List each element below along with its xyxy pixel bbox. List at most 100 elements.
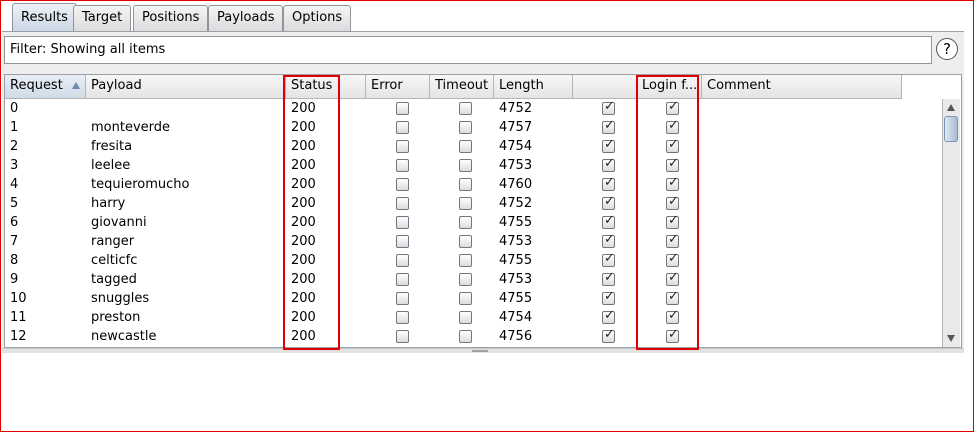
table-row[interactable]: 11 preston 200 4754 xyxy=(5,308,940,327)
table-row[interactable]: 1 monteverde 200 4757 xyxy=(5,118,940,137)
checkbox-error[interactable] xyxy=(396,216,409,229)
cell-status: 200 xyxy=(291,253,316,268)
column-label: Comment xyxy=(707,78,771,93)
cell-status: 200 xyxy=(291,272,316,287)
table-row[interactable]: 7 ranger 200 4753 xyxy=(5,232,940,251)
checkbox-login[interactable] xyxy=(666,327,679,343)
table-row[interactable]: 12 newcastle 200 4756 xyxy=(5,327,940,346)
checkbox-col7[interactable] xyxy=(602,251,615,267)
checkbox-login[interactable] xyxy=(666,118,679,134)
checkbox-timeout[interactable] xyxy=(459,311,472,324)
checkbox-error[interactable] xyxy=(396,330,409,343)
checkbox-timeout[interactable] xyxy=(459,292,472,305)
table-row[interactable]: 10 snuggles 200 4755 xyxy=(5,289,940,308)
column-status[interactable]: Status xyxy=(286,75,366,98)
checkbox-error[interactable] xyxy=(396,121,409,134)
checkbox-timeout[interactable] xyxy=(459,197,472,210)
tab-label: Positions xyxy=(142,10,200,25)
column-request[interactable]: Request xyxy=(5,75,86,98)
checkbox-error[interactable] xyxy=(396,159,409,172)
checkbox-login[interactable] xyxy=(666,137,679,153)
column-comment[interactable]: Comment xyxy=(702,75,902,98)
checkbox-col7[interactable] xyxy=(602,118,615,134)
checkbox-col7[interactable] xyxy=(602,270,615,286)
checkbox-col7[interactable] xyxy=(602,137,615,153)
checkbox-login[interactable] xyxy=(666,194,679,210)
cell-request: 5 xyxy=(10,196,19,211)
checkbox-timeout[interactable] xyxy=(459,216,472,229)
checkbox-timeout[interactable] xyxy=(459,140,472,153)
table-row[interactable]: 9 tagged 200 4753 xyxy=(5,270,940,289)
checkbox-login[interactable] xyxy=(666,156,679,172)
checkbox-col7[interactable] xyxy=(602,99,615,115)
checkbox-login[interactable] xyxy=(666,232,679,248)
column-error[interactable]: Error xyxy=(366,75,430,98)
cell-length: 4754 xyxy=(499,139,533,154)
table-row[interactable]: 8 celticfc 200 4755 xyxy=(5,251,940,270)
column-timeout[interactable]: Timeout xyxy=(430,75,494,98)
checkbox-login[interactable] xyxy=(666,251,679,267)
column-unnamed[interactable] xyxy=(573,75,637,98)
checkbox-error[interactable] xyxy=(396,197,409,210)
scroll-thumb[interactable] xyxy=(944,116,958,142)
table-row[interactable]: 6 giovanni 200 4755 xyxy=(5,213,940,232)
checkbox-login[interactable] xyxy=(666,99,679,115)
checkbox-timeout[interactable] xyxy=(459,121,472,134)
checkbox-col7[interactable] xyxy=(602,308,615,324)
cell-request: 10 xyxy=(10,291,27,306)
column-label: Length xyxy=(499,78,544,93)
table-row[interactable]: 2 fresita 200 4754 xyxy=(5,137,940,156)
tab-label: Options xyxy=(292,10,343,25)
tab-options[interactable]: Options xyxy=(283,5,352,31)
table-row[interactable]: 3 leelee 200 4753 xyxy=(5,156,940,175)
scroll-down-icon[interactable] xyxy=(947,335,955,342)
column-login[interactable]: Login f... xyxy=(637,75,702,98)
checkbox-col7[interactable] xyxy=(602,194,615,210)
checkbox-error[interactable] xyxy=(396,311,409,324)
tab-target[interactable]: Target xyxy=(73,5,132,31)
column-length[interactable]: Length xyxy=(494,75,573,98)
checkbox-timeout[interactable] xyxy=(459,178,472,191)
cell-length: 4753 xyxy=(499,158,533,173)
checkbox-error[interactable] xyxy=(396,292,409,305)
scroll-up-icon[interactable] xyxy=(947,104,955,111)
checkbox-error[interactable] xyxy=(396,178,409,191)
checkbox-login[interactable] xyxy=(666,270,679,286)
checkbox-error[interactable] xyxy=(396,140,409,153)
cell-comment xyxy=(702,232,902,251)
checkbox-col7[interactable] xyxy=(602,213,615,229)
table-row[interactable]: 0 200 4752 xyxy=(5,99,940,118)
checkbox-col7[interactable] xyxy=(602,156,615,172)
filter-bar[interactable]: Filter: Showing all items xyxy=(4,36,932,64)
checkbox-col7[interactable] xyxy=(602,232,615,248)
cell-request: 8 xyxy=(10,253,19,268)
checkbox-error[interactable] xyxy=(396,254,409,267)
checkbox-login[interactable] xyxy=(666,308,679,324)
checkbox-login[interactable] xyxy=(666,213,679,229)
checkbox-col7[interactable] xyxy=(602,327,615,343)
checkbox-col7[interactable] xyxy=(602,175,615,191)
table-row[interactable]: 4 tequieromucho 200 4760 xyxy=(5,175,940,194)
checkbox-timeout[interactable] xyxy=(459,159,472,172)
tab-payloads[interactable]: Payloads xyxy=(208,5,284,31)
help-icon[interactable]: ? xyxy=(936,38,958,60)
checkbox-col7[interactable] xyxy=(602,289,615,305)
vertical-scrollbar[interactable] xyxy=(942,99,960,347)
checkbox-timeout[interactable] xyxy=(459,254,472,267)
checkbox-error[interactable] xyxy=(396,102,409,115)
splitter-grip-icon[interactable] xyxy=(472,350,488,352)
checkbox-error[interactable] xyxy=(396,235,409,248)
tab-results[interactable]: Results xyxy=(12,3,77,32)
cell-request: 4 xyxy=(10,177,19,192)
checkbox-login[interactable] xyxy=(666,175,679,191)
checkbox-login[interactable] xyxy=(666,289,679,305)
checkbox-timeout[interactable] xyxy=(459,102,472,115)
tab-positions[interactable]: Positions xyxy=(133,5,209,31)
checkbox-timeout[interactable] xyxy=(459,330,472,343)
table-row[interactable]: 5 harry 200 4752 xyxy=(5,194,940,213)
checkbox-timeout[interactable] xyxy=(459,273,472,286)
column-payload[interactable]: Payload xyxy=(86,75,286,98)
checkbox-timeout[interactable] xyxy=(459,235,472,248)
checkbox-error[interactable] xyxy=(396,273,409,286)
cell-length: 4757 xyxy=(499,120,533,135)
